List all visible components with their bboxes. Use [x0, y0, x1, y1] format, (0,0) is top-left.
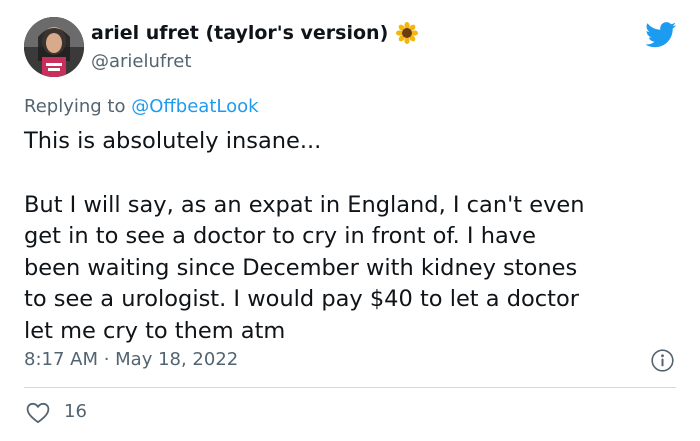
replying-to: Replying to @OffbeatLook — [24, 96, 259, 117]
tweet-line: This is absolutely insane... — [24, 128, 322, 154]
tweet-line: been waiting since December with kidney … — [24, 254, 578, 281]
info-icon[interactable] — [651, 349, 674, 372]
display-name-text[interactable]: ariel ufret (taylor's version) — [91, 22, 388, 44]
tweet-line: But I will say, as an expat in England, … — [24, 191, 585, 218]
like-count: 16 — [64, 401, 87, 422]
tweet-line: to see a urologist. I would pay $40 to l… — [24, 286, 579, 312]
divider — [24, 387, 676, 388]
reply-mention-link[interactable]: @OffbeatLook — [131, 96, 258, 117]
user-handle[interactable]: @arielufret — [91, 51, 191, 72]
sunflower-icon — [396, 22, 419, 44]
tweet-line: let me cry to them atm — [24, 317, 286, 344]
twitter-bird-icon[interactable] — [645, 22, 677, 48]
heart-icon[interactable] — [26, 402, 50, 424]
tweet-card: ariel ufret (taylor's version) @arielufr… — [0, 0, 700, 441]
display-name[interactable]: ariel ufret (taylor's version) — [91, 22, 419, 44]
tweet-line: get in to see a doctor to cry in front o… — [24, 223, 536, 249]
tweet-timestamp[interactable]: 8:17 AM · May 18, 2022 — [24, 349, 238, 370]
replying-to-label: Replying to — [24, 96, 126, 117]
tweet-text: This is absolutely insane... But I will … — [24, 126, 684, 347]
avatar[interactable] — [24, 17, 84, 77]
